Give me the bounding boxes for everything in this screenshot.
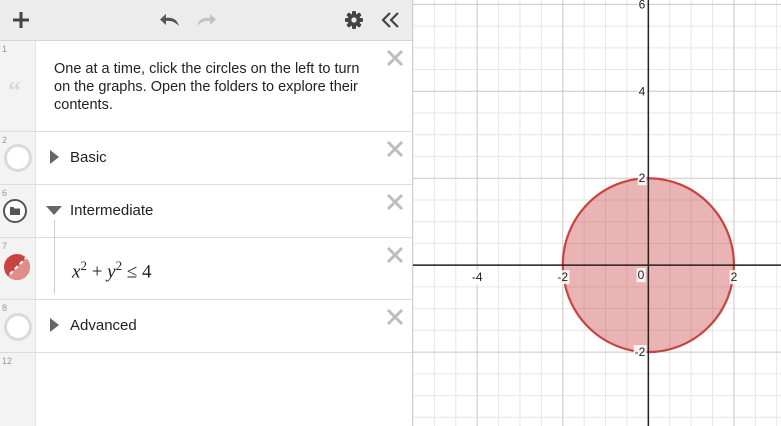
delete-folder-icon[interactable] xyxy=(384,306,406,328)
origin-label: 0 xyxy=(638,268,645,282)
undo-icon xyxy=(160,14,179,26)
row-number: 2 xyxy=(2,135,8,145)
graph-paper[interactable]: -4 -2 0 2 6 4 2 -2 xyxy=(413,0,781,426)
empty-expression-row[interactable]: 12 xyxy=(0,353,412,426)
folder-guide-line xyxy=(54,238,55,294)
row-number: 8 xyxy=(2,303,8,313)
row-number: 12 xyxy=(2,356,13,366)
note-row[interactable]: 1 “ One at a time, click the circles on … xyxy=(0,41,412,132)
y-tick-label: -2 xyxy=(635,345,646,359)
folder-visibility-toggle[interactable] xyxy=(4,313,32,341)
x-tick-label: -2 xyxy=(557,270,568,284)
y-tick-label: 4 xyxy=(639,84,646,98)
folder-label: Intermediate xyxy=(70,202,154,219)
folder-label: Advanced xyxy=(70,317,137,334)
folder-icon xyxy=(10,207,20,215)
expression-toolbar xyxy=(0,0,412,41)
redo-icon xyxy=(197,14,216,26)
row-number: 6 xyxy=(2,188,8,198)
y-tick-label: 6 xyxy=(639,0,646,11)
add-item-button[interactable] xyxy=(6,0,36,40)
math-relation: ≤ 4 xyxy=(122,261,152,283)
note-text: One at a time, click the circles on the … xyxy=(54,61,360,113)
delete-folder-icon[interactable] xyxy=(384,138,406,160)
expression-panel: 1 “ One at a time, click the circles on … xyxy=(0,0,413,426)
delete-expression-icon[interactable] xyxy=(384,244,406,266)
delete-note-icon[interactable] xyxy=(384,47,406,69)
folder-expand-icon[interactable] xyxy=(50,318,59,332)
inequality-color-toggle[interactable] xyxy=(2,252,32,282)
y-tick-label: 2 xyxy=(639,171,646,185)
folder-collapse-icon[interactable] xyxy=(46,206,62,215)
double-chevron-left-icon xyxy=(381,12,399,28)
folder-guide-line xyxy=(54,220,55,238)
math-variable-y: y xyxy=(107,261,116,283)
folder-row-basic[interactable]: 2 Basic xyxy=(0,132,412,185)
x-tick-label: 2 xyxy=(731,270,738,284)
expression-row[interactable]: 7 xyxy=(0,238,412,300)
row-number: 1 xyxy=(2,44,8,54)
redo-button[interactable] xyxy=(192,0,220,40)
undo-button[interactable] xyxy=(156,0,184,40)
folder-visibility-toggle[interactable] xyxy=(3,199,27,223)
gear-icon xyxy=(345,11,363,29)
folder-expand-icon[interactable] xyxy=(50,150,59,164)
row-number: 7 xyxy=(2,241,8,251)
plus-icon xyxy=(13,12,29,28)
delete-folder-icon[interactable] xyxy=(384,191,406,213)
expression-math[interactable]: x2 + y2 ≤ 4 xyxy=(72,258,152,283)
folder-visibility-toggle[interactable] xyxy=(4,144,32,172)
x-tick-label: -4 xyxy=(472,270,483,284)
collapse-panel-button[interactable] xyxy=(376,0,404,40)
folder-row-advanced[interactable]: 8 Advanced xyxy=(0,300,412,353)
math-operator: + xyxy=(86,261,108,283)
folder-label: Basic xyxy=(70,149,107,166)
settings-button[interactable] xyxy=(340,0,368,40)
note-quote-icon: “ xyxy=(8,76,21,105)
folder-row-intermediate[interactable]: 6 Intermediate xyxy=(0,185,412,238)
